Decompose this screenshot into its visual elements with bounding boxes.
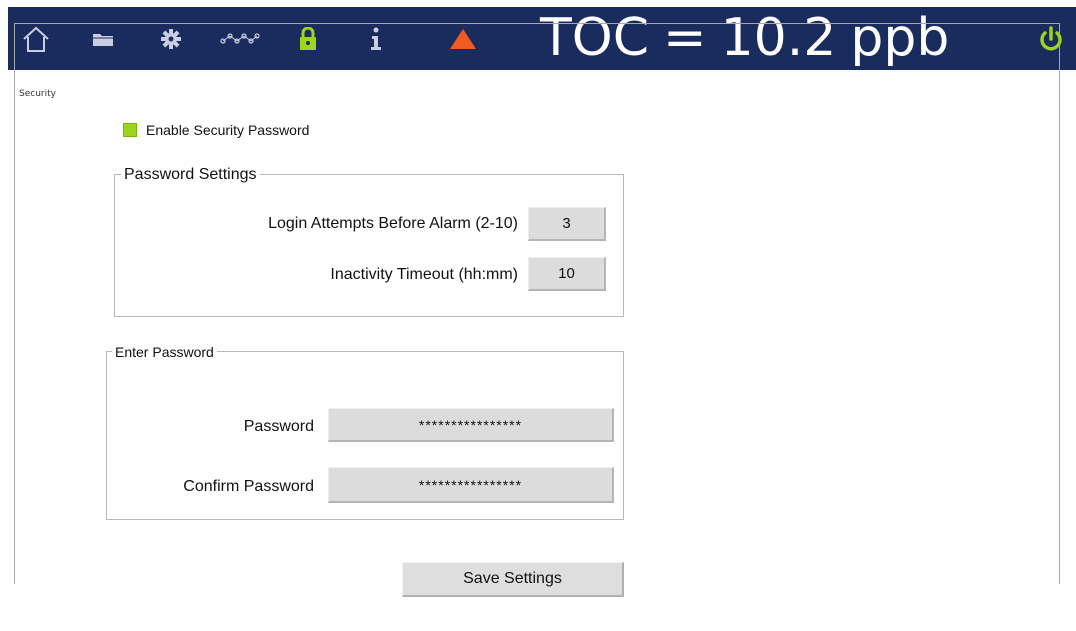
confirm-password-label: Confirm Password [183,478,314,495]
password-label: Password [243,418,314,435]
security-title: Security [18,88,57,100]
confirm-password-field[interactable]: **************** [328,467,614,503]
password-settings-title: Password Settings [121,165,260,185]
inactivity-timeout-field[interactable]: 10 [528,257,606,291]
login-attempts-field[interactable]: 3 [528,207,606,241]
login-attempts-label: Login Attempts Before Alarm (2-10) [268,215,518,232]
enable-security-checkbox[interactable] [123,123,137,137]
inactivity-timeout-label: Inactivity Timeout (hh:mm) [330,266,518,283]
enable-security-toggle[interactable]: Enable Security Password [123,122,309,138]
save-settings-button[interactable]: Save Settings [402,562,624,597]
enter-password-title: Enter Password [112,343,217,361]
password-settings-group [114,174,624,317]
password-field[interactable]: **************** [328,408,614,442]
enable-security-label: Enable Security Password [146,122,310,138]
